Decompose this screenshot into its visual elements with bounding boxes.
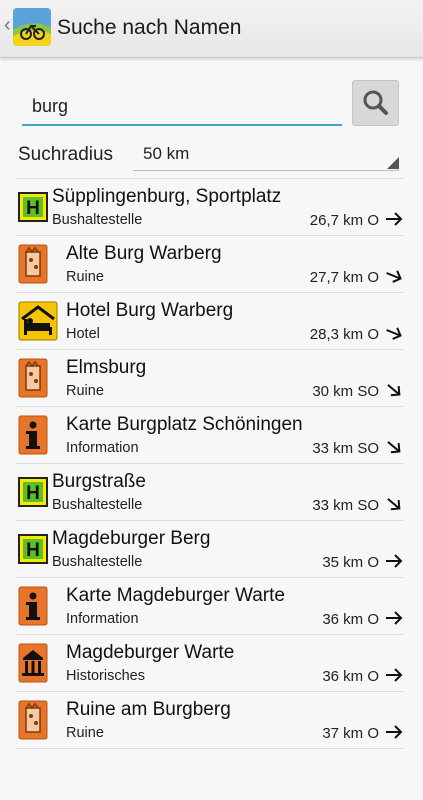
result-row[interactable]: Karte Burgplatz Schöningen Information 33 … [16, 407, 404, 464]
result-row[interactable]: Alte Burg Warberg Ruine 27,7 km O [16, 236, 404, 293]
radius-value: 50 km [143, 144, 190, 163]
result-distance: 37 km O [322, 725, 379, 742]
result-row[interactable]: H Süpplingenburg, Sportplatz Bushaltestell… [16, 178, 404, 236]
result-category: Bushaltestelle [52, 212, 143, 228]
page-title: Suche nach Namen [57, 16, 242, 39]
action-bar: ‹ Suche nach Namen [0, 0, 423, 58]
result-distance: 35 km O [322, 554, 379, 571]
result-category: Ruine [66, 383, 104, 399]
result-distance: 33 km SO [312, 497, 379, 514]
direction-arrow-icon [384, 494, 404, 514]
result-distance: 33 km SO [312, 440, 379, 457]
result-name: Alte Burg Warberg [66, 243, 222, 264]
result-row[interactable]: H Burgstraße Bushaltestelle 33 km SO [16, 464, 404, 521]
result-row[interactable]: Elmsburg Ruine 30 km SO [16, 350, 404, 407]
result-distance: 36 km O [322, 668, 379, 685]
ruin-icon [18, 358, 48, 398]
radius-label: Suchradius [18, 144, 114, 165]
result-row[interactable]: Karte Magdeburger Warte Information 36 km … [16, 578, 404, 635]
hotel-icon [18, 301, 58, 341]
result-name: Ruine am Burgberg [66, 699, 231, 720]
direction-arrow-icon [384, 665, 404, 685]
svg-text:H: H [26, 540, 40, 561]
app-logo-icon[interactable] [13, 8, 51, 46]
result-category: Historisches [66, 668, 145, 684]
result-name: Elmsburg [66, 357, 147, 378]
result-name: Süpplingenburg, Sportplatz [52, 186, 282, 207]
bus-stop-icon: H [18, 472, 48, 512]
ruin-icon [18, 244, 48, 284]
result-row[interactable]: Magdeburger Warte Historisches 36 km O [16, 635, 404, 692]
result-name: Karte Burgplatz Schöningen [66, 414, 303, 435]
result-category: Hotel [66, 326, 100, 342]
result-distance: 28,3 km O [309, 326, 379, 343]
direction-arrow-icon [384, 380, 404, 400]
ruin-icon [18, 700, 48, 740]
information-icon [18, 586, 48, 626]
result-category: Information [66, 611, 139, 627]
direction-arrow-icon [384, 266, 404, 286]
svg-text:H: H [26, 198, 40, 219]
result-category: Bushaltestelle [52, 554, 143, 570]
search-button[interactable] [352, 80, 399, 126]
direction-arrow-icon [384, 437, 404, 457]
search-icon [363, 90, 388, 115]
radius-dropdown[interactable]: 50 km [133, 140, 399, 171]
result-name: Hotel Burg Warberg [66, 300, 234, 321]
direction-arrow-icon [384, 209, 404, 229]
result-name: Burgstraße [52, 471, 146, 492]
result-category: Information [66, 440, 139, 456]
results-list: H Süpplingenburg, Sportplatz Bushaltestell… [0, 178, 423, 749]
direction-arrow-icon [384, 323, 404, 343]
result-name: Magdeburger Warte [66, 642, 235, 663]
result-row[interactable]: Hotel Burg Warberg Hotel 28,3 km O [16, 293, 404, 350]
result-row[interactable]: Ruine am Burgberg Ruine 37 km O [16, 692, 404, 749]
bus-stop-icon: H [18, 187, 48, 227]
direction-arrow-icon [384, 608, 404, 628]
search-input[interactable] [22, 82, 342, 126]
bus-stop-icon: H [18, 529, 48, 569]
result-category: Ruine [66, 725, 104, 741]
historic-icon [18, 643, 48, 683]
result-category: Bushaltestelle [52, 497, 143, 513]
result-row[interactable]: H Magdeburger Berg Bushaltestelle 35 km O [16, 521, 404, 578]
direction-arrow-icon [384, 722, 404, 742]
result-name: Magdeburger Berg [52, 528, 211, 549]
dropdown-arrow-icon [387, 157, 399, 169]
information-icon [18, 415, 48, 455]
svg-text:H: H [26, 483, 40, 504]
result-distance: 36 km O [322, 611, 379, 628]
result-distance: 27,7 km O [309, 269, 379, 286]
result-distance: 26,7 km O [309, 212, 379, 229]
result-name: Karte Magdeburger Warte [66, 585, 285, 606]
result-distance: 30 km SO [312, 383, 379, 400]
result-category: Ruine [66, 269, 104, 285]
direction-arrow-icon [384, 551, 404, 571]
back-chevron-icon[interactable]: ‹ [4, 14, 11, 37]
